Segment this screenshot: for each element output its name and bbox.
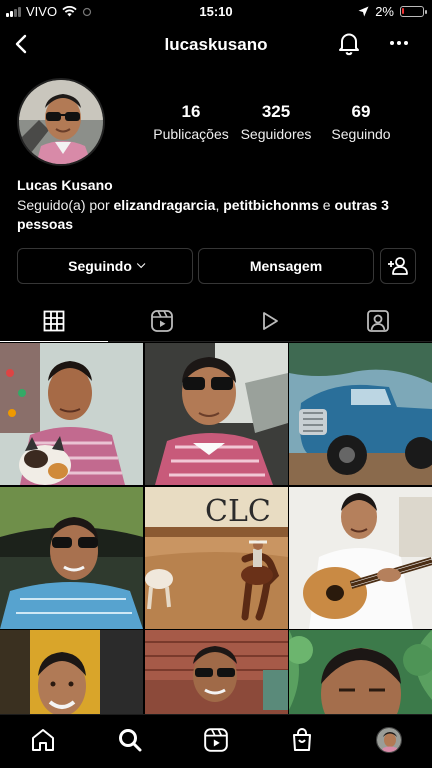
followers-count: 325	[261, 102, 291, 121]
more-horizontal-icon[interactable]	[388, 32, 410, 54]
post-thumbnail[interactable]	[0, 343, 143, 485]
profile-username: lucaskusano	[164, 35, 268, 54]
followed-prefix: Seguido(a) por	[17, 197, 114, 213]
post-thumbnail[interactable]	[289, 486, 432, 629]
followers-stat[interactable]: 325 Seguidores	[235, 102, 317, 142]
message-button[interactable]: Mensagem	[198, 248, 374, 284]
play-icon	[263, 311, 278, 330]
following-button[interactable]: Seguindo	[17, 248, 193, 284]
battery-percent: 2%	[375, 4, 394, 19]
shop-icon	[293, 727, 312, 751]
following-label: Seguindo	[331, 126, 391, 142]
search-icon	[118, 728, 142, 751]
tab-reels[interactable]	[108, 300, 216, 342]
tab-grid[interactable]	[0, 300, 108, 342]
chevron-down-icon	[136, 259, 146, 269]
followed-user-link[interactable]: petitbichonms	[223, 197, 319, 213]
followed-user-link[interactable]: elizandragarcia	[114, 197, 216, 213]
profile-avatar[interactable]	[17, 78, 105, 166]
posts-label: Publicações	[153, 126, 229, 142]
suggest-users-button[interactable]	[380, 248, 416, 284]
nav-home[interactable]	[28, 725, 58, 755]
arena-sign: CLC	[205, 494, 271, 529]
message-button-label: Mensagem	[249, 258, 323, 274]
post-thumbnail[interactable]	[144, 343, 288, 485]
bell-icon[interactable]	[336, 30, 362, 56]
followed-and: e	[318, 197, 335, 213]
post-thumbnail[interactable]: CLC	[144, 486, 288, 629]
grid-icon	[43, 310, 65, 331]
status-bar: VIVO 15:10 2%	[0, 0, 432, 24]
nav-profile[interactable]	[374, 725, 404, 755]
followers-label: Seguidores	[240, 126, 312, 142]
home-icon	[32, 728, 55, 751]
bottom-navigation	[0, 714, 432, 768]
tab-videos[interactable]	[216, 300, 324, 342]
tagged-icon	[367, 309, 389, 332]
posts-stat[interactable]: 16 Publicações	[150, 102, 232, 142]
nav-shop[interactable]	[287, 725, 317, 755]
nav-search[interactable]	[115, 725, 145, 755]
profile-name: Lucas Kusano	[17, 177, 113, 193]
add-user-icon	[388, 257, 408, 275]
post-thumbnail[interactable]	[289, 343, 432, 485]
post-thumbnail[interactable]	[0, 486, 143, 629]
profile-header: lucaskusano	[0, 26, 432, 62]
followed-by-text[interactable]: Seguido(a) por elizandragarcia, petitbic…	[17, 196, 422, 234]
posts-count: 16	[181, 102, 201, 121]
profile-avatar	[375, 726, 402, 753]
following-stat[interactable]: 69 Seguindo	[320, 102, 402, 142]
following-button-label: Seguindo	[68, 258, 132, 274]
profile-tabs	[0, 300, 432, 342]
reels-icon	[204, 727, 228, 752]
tab-tagged[interactable]	[324, 300, 432, 342]
location-icon	[358, 6, 369, 17]
reels-icon	[151, 309, 173, 332]
posts-grid: CLC	[0, 343, 432, 768]
nav-reels[interactable]	[201, 725, 231, 755]
battery-icon	[400, 6, 427, 17]
profile-stats: 16 Publicações 325 Seguidores 69 Seguind…	[150, 102, 402, 142]
following-count: 69	[351, 102, 371, 121]
